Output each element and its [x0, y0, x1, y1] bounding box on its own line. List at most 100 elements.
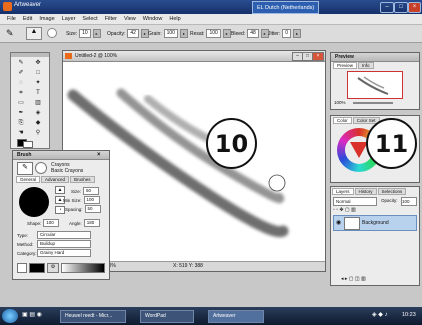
- brush-shape-field: Shape: 100: [27, 219, 60, 227]
- shape-label: Shape:: [27, 220, 42, 226]
- tab-brushes[interactable]: Brushes: [70, 176, 95, 183]
- tab-advanced[interactable]: Advanced: [41, 176, 70, 183]
- start-button[interactable]: [2, 309, 18, 323]
- navigator-thumbnail-image: [357, 76, 389, 95]
- menu-image[interactable]: Image: [39, 16, 54, 22]
- brush-tool-icon[interactable]: ✎: [6, 28, 14, 39]
- shape-input[interactable]: 100: [43, 219, 60, 227]
- menu-window[interactable]: Window: [143, 16, 163, 22]
- wand-icon[interactable]: ✦: [31, 79, 45, 87]
- bleed-field[interactable]: 48: [247, 29, 259, 38]
- grain-arrow-icon[interactable]: ▸: [179, 29, 188, 38]
- method-label: Method:: [17, 241, 34, 247]
- tip-shape-icon[interactable]: ◔: [55, 206, 65, 214]
- menu-view[interactable]: View: [124, 16, 136, 22]
- tray-icons[interactable]: ◈ ◆ ♪: [372, 311, 388, 318]
- background-color-swatch[interactable]: [23, 141, 33, 148]
- gradient-swatch[interactable]: [61, 263, 105, 273]
- method-select[interactable]: Buildup: [37, 240, 91, 248]
- grain-control: Grain: 100 ▸: [148, 29, 188, 38]
- color-swatch[interactable]: [29, 263, 45, 273]
- tab-history[interactable]: History: [354, 188, 377, 195]
- menu-file[interactable]: File: [7, 16, 16, 22]
- jitter-arrow-icon[interactable]: ▸: [293, 29, 302, 38]
- brush-angle-field: Angle: 180: [69, 219, 100, 227]
- settings-icon[interactable]: ⚙: [47, 263, 59, 273]
- min-size-input[interactable]: 100: [83, 196, 100, 204]
- crop-icon[interactable]: ⌗: [14, 89, 28, 97]
- size-input[interactable]: 50: [83, 187, 100, 195]
- maximize-button[interactable]: □: [394, 2, 408, 13]
- category-select[interactable]: Grainy Hard: [37, 249, 91, 257]
- layer-visibility-icon[interactable]: ◉: [336, 219, 341, 226]
- layer-row[interactable]: ◉ Background: [333, 215, 417, 231]
- taskbar-item-artweaver[interactable]: Artweaver: [208, 310, 264, 323]
- quick-launch-icons[interactable]: ▣ ▤ ◉: [22, 311, 42, 318]
- brush-category-icon[interactable]: ✎: [17, 162, 33, 175]
- brush-variant-icon[interactable]: [35, 162, 47, 174]
- tab-preview[interactable]: Preview: [333, 62, 358, 69]
- taskbar-item-wordpad[interactable]: WordPad: [140, 310, 194, 323]
- brush-mode-icon[interactable]: [47, 28, 57, 38]
- menu-help[interactable]: Help: [169, 16, 180, 22]
- resat-arrow-icon[interactable]: ▸: [222, 29, 231, 38]
- zoom-icon[interactable]: ⚲: [31, 129, 45, 137]
- document-close-button[interactable]: ×: [312, 52, 324, 61]
- lasso-icon[interactable]: ◌: [14, 79, 28, 87]
- grain-field[interactable]: 100: [163, 29, 178, 38]
- menu-filter[interactable]: Filter: [105, 16, 117, 22]
- pencil-icon[interactable]: ✐: [14, 69, 28, 77]
- size-field[interactable]: 10: [79, 29, 91, 38]
- brush-min-size-field: Min Size: 100: [63, 196, 100, 204]
- brush-cursor: [268, 174, 286, 192]
- color-tabs: Color Color Set: [333, 117, 381, 124]
- type-label: Type:: [17, 232, 29, 238]
- texture-swatch[interactable]: [17, 263, 27, 273]
- spacing-input[interactable]: 50: [84, 205, 101, 213]
- tip-shape-icon[interactable]: ▲: [55, 186, 65, 194]
- zoom-slider[interactable]: [353, 102, 393, 104]
- rectangle-icon[interactable]: ▭: [14, 99, 28, 107]
- close-button[interactable]: ×: [408, 2, 421, 13]
- move-icon[interactable]: ✥: [31, 59, 45, 67]
- language-indicator[interactable]: EL Dutch (Netherlands): [252, 1, 320, 14]
- bucket-icon[interactable]: ◈: [31, 109, 45, 117]
- gradient-icon[interactable]: ▥: [31, 99, 45, 107]
- tab-general[interactable]: General: [16, 176, 41, 183]
- type-select[interactable]: Circular: [37, 231, 91, 239]
- marquee-icon[interactable]: □: [31, 69, 45, 77]
- jitter-field[interactable]: 0: [282, 29, 292, 38]
- navigator-thumbnail[interactable]: [347, 71, 403, 99]
- minimize-button[interactable]: –: [380, 2, 394, 13]
- size-arrow-icon[interactable]: ▸: [92, 29, 101, 38]
- angle-input[interactable]: 180: [83, 219, 100, 227]
- tab-selections[interactable]: Selections: [377, 188, 407, 195]
- menu-layer[interactable]: Layer: [62, 16, 76, 22]
- blend-mode-select[interactable]: Normal: [333, 197, 377, 206]
- resat-field[interactable]: 100: [206, 29, 221, 38]
- jitter-label: Jitter:: [268, 30, 281, 37]
- lock-icons[interactable]: ▫ ▫ ✥ ▢ ▥: [333, 207, 373, 213]
- layer-opacity-input[interactable]: 100: [401, 197, 417, 206]
- tab-color[interactable]: Color: [333, 117, 352, 124]
- hand-icon[interactable]: ☚: [14, 129, 28, 137]
- brush-panel-header: Brush ×: [13, 151, 109, 160]
- eyedropper-icon[interactable]: ✒: [14, 109, 28, 117]
- menu-edit[interactable]: Edit: [23, 16, 32, 22]
- text-icon[interactable]: T: [31, 89, 45, 97]
- taskbar-item-browser[interactable]: Heuwel reedt - Micr...: [60, 310, 126, 323]
- brush-icon[interactable]: ✎: [14, 59, 28, 67]
- tab-info[interactable]: Info: [358, 62, 374, 69]
- brush-preset-icon[interactable]: ▲: [26, 27, 42, 40]
- options-bar: ✎ ▲ Size: 10 ▸ Opacity: 42 ▸ Grain: 100 …: [0, 25, 422, 43]
- tab-layers[interactable]: Layers: [332, 188, 354, 195]
- toolbox-grip[interactable]: [11, 53, 49, 57]
- panel-close-icon[interactable]: ×: [97, 152, 101, 158]
- eraser-icon[interactable]: ◆: [31, 119, 45, 127]
- title-bar: Artweaver EL Dutch (Netherlands) – □ ×: [0, 0, 422, 14]
- menu-select[interactable]: Select: [82, 16, 97, 22]
- opacity-field[interactable]: 42: [127, 29, 139, 38]
- layer-actions[interactable]: ◂ ▸ ▢ ◫ ▥: [341, 276, 411, 282]
- size-control: Size: 10 ▸: [66, 29, 101, 38]
- clone-icon[interactable]: ⎘: [14, 119, 28, 127]
